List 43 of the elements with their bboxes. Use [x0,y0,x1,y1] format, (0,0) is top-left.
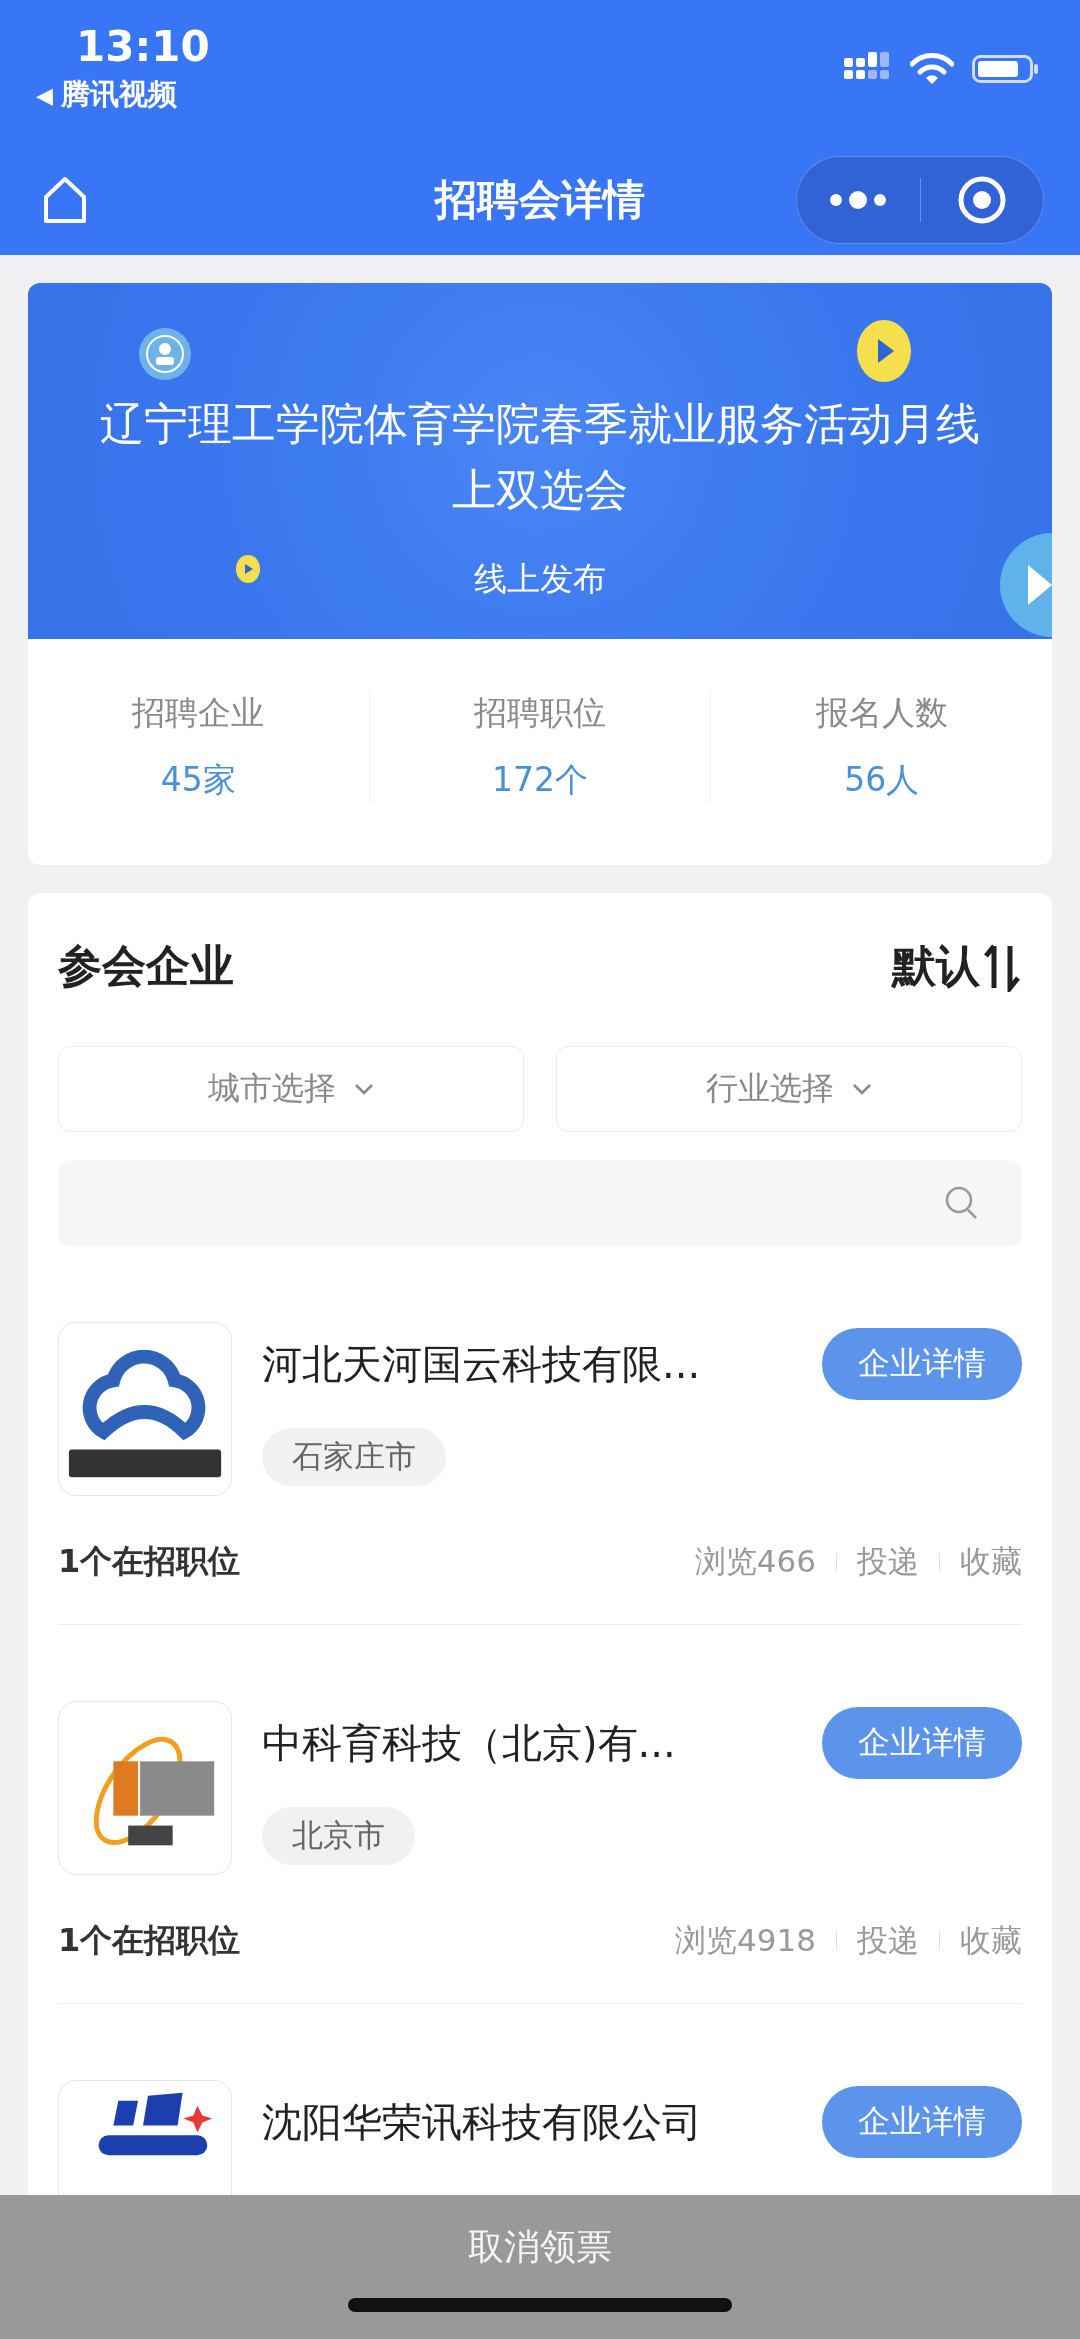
banner-subtitle: 线上发布 [474,558,606,600]
battery-icon [972,52,1040,86]
company-name: 沈阳华荣讯科技有限公司 [262,2097,702,2147]
company-action-link[interactable]: 投递 [857,1920,919,1962]
chevron-down-icon [852,1083,872,1095]
city-tag: 北京市 [262,1807,415,1865]
play-icon [856,319,912,383]
company-name: 河北天河国云科技有限... [262,1339,701,1389]
search-icon [944,1185,978,1221]
stat-label: 招聘职位 [474,692,606,734]
view-count: 浏览4918 [675,1921,816,1960]
chevron-down-icon [354,1083,374,1095]
stat-label: 招聘企业 [132,692,265,734]
more-icon [828,190,889,210]
person-badge-icon [138,327,192,381]
section-title: 参会企业 [58,939,234,993]
page-title: 招聘会详情 [435,174,645,226]
company-details-button[interactable]: 企业详情 [822,1707,1022,1779]
target-icon [956,175,1007,225]
play-icon [236,555,260,583]
stat-value: 56人 [844,759,920,801]
company-details-button[interactable]: 企业详情 [822,2086,1022,2158]
company-details-button[interactable]: 企业详情 [822,1328,1022,1400]
company-action-link[interactable]: 收藏 [960,1541,1022,1583]
company-action-link[interactable]: 收藏 [960,1920,1022,1962]
city-tag: 石家庄市 [262,1428,446,1486]
stat-value: 172个 [492,759,588,801]
banner-title: 辽宁理工学院体育学院春季就业服务活动月线上双选会 [99,397,981,517]
back-to-app-link[interactable]: ◀ 腾讯视频 [36,75,177,115]
sort-button[interactable]: 默认 [892,937,1022,996]
search-field[interactable] [58,1160,1022,1246]
status-time: 13:10 [76,22,210,71]
open-positions: 1个在招职位 [58,1920,241,1961]
view-count: 浏览466 [694,1542,816,1581]
open-positions: 1个在招职位 [58,1541,241,1582]
filter-dropdown[interactable]: 城市选择 [58,1046,524,1132]
company-action-link[interactable]: 投递 [857,1541,919,1583]
cancel-ticket-button[interactable]: 取消领票 [468,2223,612,2272]
wifi-icon [910,52,954,86]
stat-label: 报名人数 [815,692,948,734]
company-name: 中科育科技（北京)有... [262,1718,676,1768]
stat-value: 45家 [160,759,236,801]
filter-dropdown[interactable]: 行业选择 [556,1046,1022,1132]
